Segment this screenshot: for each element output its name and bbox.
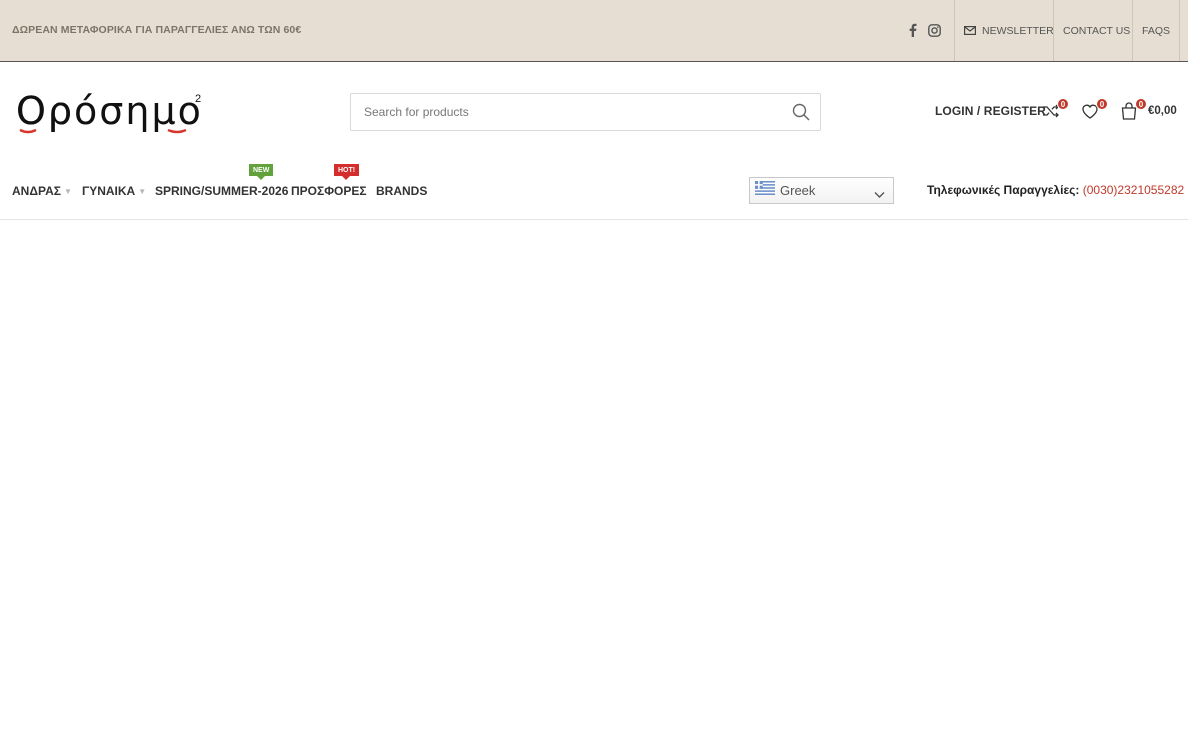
newsletter-link[interactable]: NEWSLETTER	[954, 0, 1063, 61]
nav-item-label: ΑΝΔΡΑΣ	[12, 184, 61, 198]
compare-button[interactable]: 0	[1042, 98, 1069, 124]
wishlist-button[interactable]: 0	[1081, 98, 1108, 124]
hot-tag-badge: HOT!	[334, 164, 360, 180]
login-register-link[interactable]: LOGIN / REGISTER	[935, 104, 1046, 118]
search-icon[interactable]	[792, 103, 810, 126]
phone-orders: Τηλεφωνικές Παραγγελίες: (0030)232105528…	[927, 183, 1184, 197]
site-logo[interactable]: Ορ Ορόσημο 2	[16, 86, 206, 134]
language-selected: Greek	[780, 183, 816, 198]
phone-orders-label: Τηλεφωνικές Παραγγελίες	[927, 183, 1076, 197]
chevron-down-icon: ▼	[63, 187, 72, 196]
shopping-bag-icon	[1120, 102, 1138, 124]
phone-separator: :	[1075, 183, 1080, 197]
search-bar	[350, 93, 821, 131]
chevron-down-icon: ▼	[138, 187, 147, 196]
free-shipping-promo: ΔΩΡΕΑΝ ΜΕΤΑΦΟΡΙΚΑ ΓΙΑ ΠΑΡΑΓΓΕΛΙΕΣ ΑΝΩ ΤΩ…	[12, 24, 302, 36]
heart-icon	[1081, 104, 1099, 124]
greek-flag-icon	[755, 181, 775, 200]
new-tag-badge: NEW	[249, 164, 274, 180]
shuffle-icon	[1042, 104, 1060, 124]
top-bar: ΔΩΡΕΑΝ ΜΕΤΑΦΟΡΙΚΑ ΓΙΑ ΠΑΡΑΓΓΕΛΙΕΣ ΑΝΩ ΤΩ…	[0, 0, 1188, 62]
nav-item-label: SPRING/SUMMER-2026	[155, 184, 289, 198]
faqs-link[interactable]: FAQS	[1132, 0, 1181, 61]
language-selector[interactable]: Greek	[749, 177, 894, 204]
nav-item-brands[interactable]: BRANDS	[376, 184, 427, 198]
svg-text:Ορόσημο: Ορόσημο	[16, 89, 203, 133]
logo-wordmark: Ορόσημο	[16, 89, 203, 133]
contact-us-link[interactable]: CONTACT US	[1053, 0, 1139, 61]
wishlist-count-badge: 0	[1096, 98, 1108, 110]
facebook-icon[interactable]	[904, 21, 920, 39]
nav-item-label: ΓΥΝΑΙΚΑ	[82, 184, 136, 198]
nav-item-prosfores[interactable]: HOT! ΠΡΟΣΦΟΡΕΣ	[291, 164, 367, 198]
chevron-down-icon	[874, 186, 885, 204]
newsletter-label: NEWSLETTER	[982, 24, 1054, 37]
nav-item-label: ΠΡΟΣΦΟΡΕΣ	[291, 184, 367, 198]
nav-item-gynaika[interactable]: ΓΥΝΑΙΚΑ ▼	[82, 184, 146, 198]
cart-count-badge: 0	[1135, 98, 1147, 110]
cart-total[interactable]: €0,00	[1148, 105, 1177, 117]
phone-number-link[interactable]: (0030)2321055282	[1083, 183, 1184, 197]
instagram-icon[interactable]	[926, 21, 942, 39]
nav-item-andras[interactable]: ΑΝΔΡΑΣ ▼	[12, 184, 72, 198]
logo-superscript: 2	[195, 93, 201, 105]
cart-button[interactable]: 0	[1120, 98, 1147, 124]
compare-count-badge: 0	[1057, 98, 1069, 110]
nav-item-spring-summer[interactable]: NEW SPRING/SUMMER-2026	[155, 164, 289, 198]
search-input[interactable]	[351, 94, 771, 130]
envelope-icon	[964, 26, 976, 35]
